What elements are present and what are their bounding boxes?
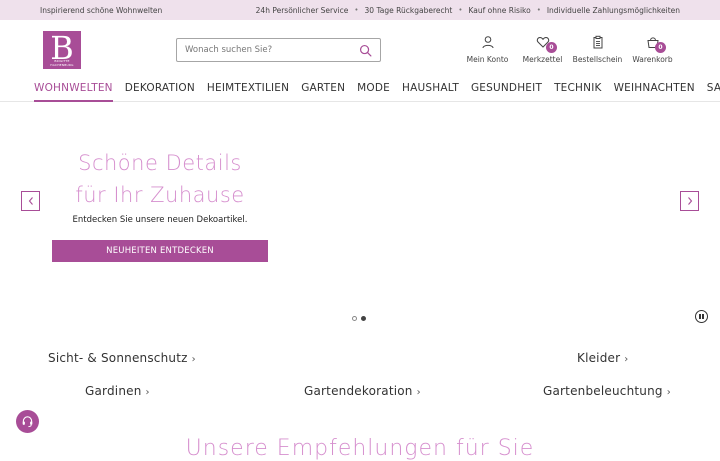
- pause-icon: [698, 314, 704, 319]
- hero-slider: Schöne Details für Ihr Zuhause Entdecken…: [0, 102, 720, 332]
- top-info-bar: Inspirierend schöne Wohnwelten 24h Persö…: [0, 0, 720, 20]
- chevron-right-icon: ›: [145, 387, 150, 398]
- slider-dot-1[interactable]: [352, 316, 357, 321]
- category-label: Kleider: [577, 351, 621, 365]
- account-label: Mein Konto: [466, 55, 509, 64]
- benefit-return[interactable]: 30 Tage Rückgaberecht: [359, 6, 459, 15]
- chevron-right-icon: ›: [191, 354, 196, 365]
- headset-icon: [22, 416, 33, 428]
- nav-item-mode[interactable]: MODE: [351, 80, 396, 102]
- search-input[interactable]: [185, 45, 355, 55]
- chevron-left-icon: [28, 197, 33, 205]
- benefit-payment[interactable]: Individuelle Zahlungsmöglichkeiten: [541, 6, 680, 15]
- chevron-right-icon: ›: [416, 387, 421, 398]
- category-link-kleider[interactable]: Kleider ›: [577, 351, 628, 365]
- order-form-button[interactable]: Bestellschein: [570, 35, 625, 64]
- category-label: Gartendekoration: [304, 384, 413, 398]
- nav-item-sale[interactable]: SALE: [701, 80, 720, 102]
- main-navigation: WOHNWELTEN DEKORATION HEIMTEXTILIEN GART…: [0, 80, 720, 102]
- category-link-gartenbeleuchtung[interactable]: Gartenbeleuchtung ›: [543, 384, 671, 398]
- header-actions: Mein Konto 0 Merkzettel Bestellschein 0 …: [460, 35, 680, 64]
- nav-item-garten[interactable]: GARTEN: [295, 80, 351, 102]
- hero-subtext: Entdecken Sie unsere neuen Dekoartikel.: [72, 215, 248, 225]
- nav-item-weihnachten[interactable]: WEIHNACHTEN: [608, 80, 701, 102]
- category-link-gartendekoration[interactable]: Gartendekoration ›: [304, 384, 421, 398]
- slider-next-button[interactable]: [680, 191, 699, 211]
- slider-pause-button[interactable]: [695, 310, 708, 323]
- benefit-service[interactable]: 24h Persönlicher Service: [250, 6, 355, 15]
- order-form-label: Bestellschein: [572, 55, 623, 64]
- chevron-right-icon: ›: [666, 387, 671, 398]
- category-link-sonnenschutz[interactable]: Sicht- & Sonnenschutz ›: [48, 351, 196, 365]
- topbar-tagline: Inspirierend schöne Wohnwelten: [40, 5, 163, 15]
- nav-item-gesundheit[interactable]: GESUNDHEIT: [465, 80, 548, 102]
- nav-item-dekoration[interactable]: DEKORATION: [119, 80, 201, 102]
- cart-count-badge: 0: [655, 42, 666, 53]
- category-label: Sicht- & Sonnenschutz: [48, 351, 188, 365]
- wishlist-button[interactable]: 0 Merkzettel: [515, 35, 570, 64]
- slider-pagination: [352, 316, 366, 321]
- site-header: B BRIGITTE HACHENBURG Mein Konto 0 Merkz…: [0, 20, 720, 80]
- slider-prev-button[interactable]: [21, 191, 40, 211]
- nav-item-heimtextilien[interactable]: HEIMTEXTILIEN: [201, 80, 295, 102]
- nav-item-wohnwelten[interactable]: WOHNWELTEN: [34, 80, 119, 102]
- hero-headline-line-1: Schöne Details: [78, 151, 242, 175]
- cart-label: Warenkorb: [632, 55, 673, 64]
- discover-news-button[interactable]: NEUHEITEN ENTDECKEN: [52, 240, 268, 262]
- topbar-benefits: 24h Persönlicher Service • 30 Tage Rückg…: [250, 6, 680, 15]
- category-label: Gardinen: [85, 384, 142, 398]
- wishlist-label: Merkzettel: [522, 55, 563, 64]
- category-link-gardinen[interactable]: Gardinen ›: [85, 384, 150, 398]
- slider-dot-2[interactable]: [361, 316, 366, 321]
- cart-button[interactable]: 0 Warenkorb: [625, 35, 680, 64]
- chevron-right-icon: ›: [624, 354, 629, 365]
- customer-support-button[interactable]: [16, 410, 39, 433]
- nav-item-haushalt[interactable]: HAUSHALT: [396, 80, 465, 102]
- recommendations-heading: Unsere Empfehlungen für Sie: [185, 436, 535, 461]
- category-label: Gartenbeleuchtung: [543, 384, 663, 398]
- hero-headline: Schöne Details für Ihr Zuhause: [60, 147, 260, 211]
- chevron-right-icon: [687, 197, 692, 205]
- benefit-risk-free[interactable]: Kauf ohne Risiko: [462, 6, 536, 15]
- hero-headline-line-2: für Ihr Zuhause: [75, 183, 245, 207]
- wishlist-count-badge: 0: [546, 42, 557, 53]
- brand-logo[interactable]: B BRIGITTE HACHENBURG: [43, 31, 81, 69]
- search-box: [176, 38, 381, 62]
- nav-item-technik[interactable]: TECHNIK: [548, 80, 608, 102]
- account-button[interactable]: Mein Konto: [460, 35, 515, 64]
- logo-subtitle: BRIGITTE HACHENBURG: [50, 59, 74, 67]
- search-icon[interactable]: [359, 44, 372, 57]
- user-icon: [482, 36, 493, 49]
- clipboard-icon: [593, 35, 602, 49]
